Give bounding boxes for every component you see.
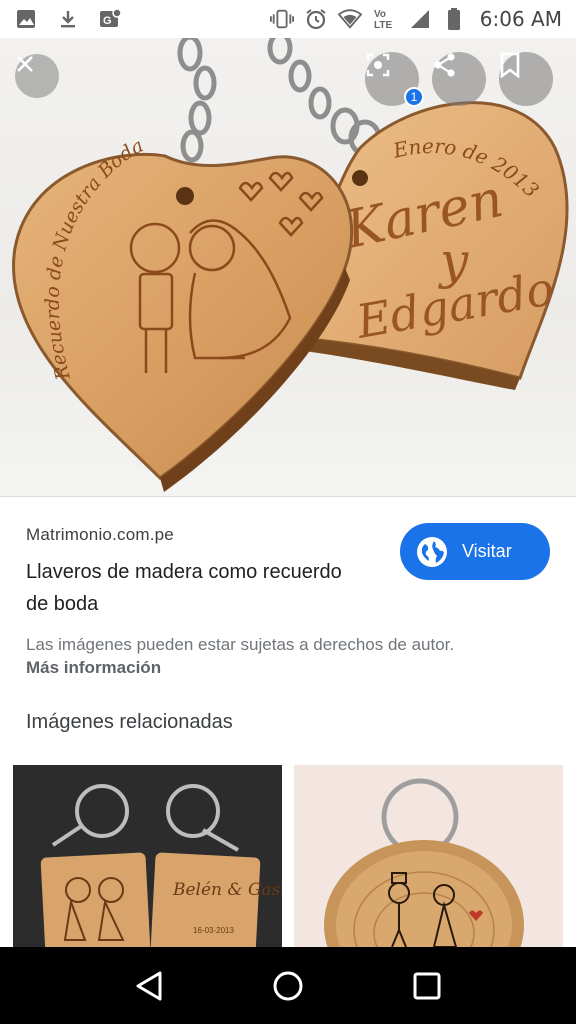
image-icon <box>14 7 38 31</box>
hero-image[interactable]: Enero de 2013 Karen y Edgardo Recuerdo d… <box>0 38 576 496</box>
lens-icon <box>366 53 390 77</box>
svg-text:LTE: LTE <box>374 20 392 31</box>
navigation-bar <box>0 947 576 1024</box>
chain-right <box>267 38 382 157</box>
home-button[interactable] <box>263 961 313 1011</box>
home-icon <box>273 971 303 1000</box>
wifi-icon <box>337 7 362 31</box>
source-domain[interactable]: Matrimonio.com.pe <box>26 525 174 545</box>
clock: 6:06 AM <box>479 7 562 31</box>
svg-text:G: G <box>103 15 112 27</box>
copyright-notice: Las imágenes pueden estar sujetas a dere… <box>26 635 455 654</box>
visit-label: Visitar <box>462 541 512 561</box>
signal-icon <box>408 7 432 31</box>
divider <box>0 496 576 497</box>
screen: G Vo LTE 6:06 AM Enero de 2013 Karen y E… <box>0 0 576 1024</box>
recents-icon <box>413 972 441 999</box>
status-bar: G Vo LTE 6:06 AM <box>0 0 576 38</box>
share-button[interactable] <box>432 52 486 106</box>
related-images-title: Imágenes relacionadas <box>26 711 233 733</box>
result-title[interactable]: Llaveros de madera como recuerdo de boda <box>26 556 356 620</box>
thumb1-names: Belén & Gastón <box>172 880 282 900</box>
recents-button[interactable] <box>402 961 452 1011</box>
vibrate-icon <box>269 7 294 31</box>
close-icon <box>17 56 33 72</box>
google-photos-icon: G <box>98 7 122 31</box>
battery-icon <box>442 7 466 31</box>
thumb2-photo <box>294 765 563 947</box>
lens-badge: 1 <box>404 87 424 107</box>
save-button[interactable] <box>499 52 553 106</box>
bookmark-icon <box>500 52 520 78</box>
related-image-2[interactable] <box>294 765 563 947</box>
visit-button[interactable]: Visitar <box>400 523 550 580</box>
thumb1-photo: Belén & Gastón 16-03-2013 <box>13 765 282 947</box>
globe-icon <box>417 536 447 567</box>
chain-left <box>177 38 217 163</box>
back-button[interactable] <box>124 961 174 1011</box>
share-icon <box>434 53 455 77</box>
svg-text:Vo: Vo <box>374 9 386 20</box>
thumb1-date: 16-03-2013 <box>193 926 234 935</box>
alarm-icon <box>304 7 328 31</box>
keychain-photo: Enero de 2013 Karen y Edgardo Recuerdo d… <box>12 38 569 492</box>
volte-icon: Vo LTE <box>372 7 398 31</box>
download-icon <box>56 7 80 31</box>
more-info-link[interactable]: Más información <box>26 658 161 678</box>
close-button[interactable] <box>15 54 59 98</box>
related-image-1[interactable]: Belén & Gastón 16-03-2013 <box>13 765 282 947</box>
back-icon <box>136 971 162 1000</box>
